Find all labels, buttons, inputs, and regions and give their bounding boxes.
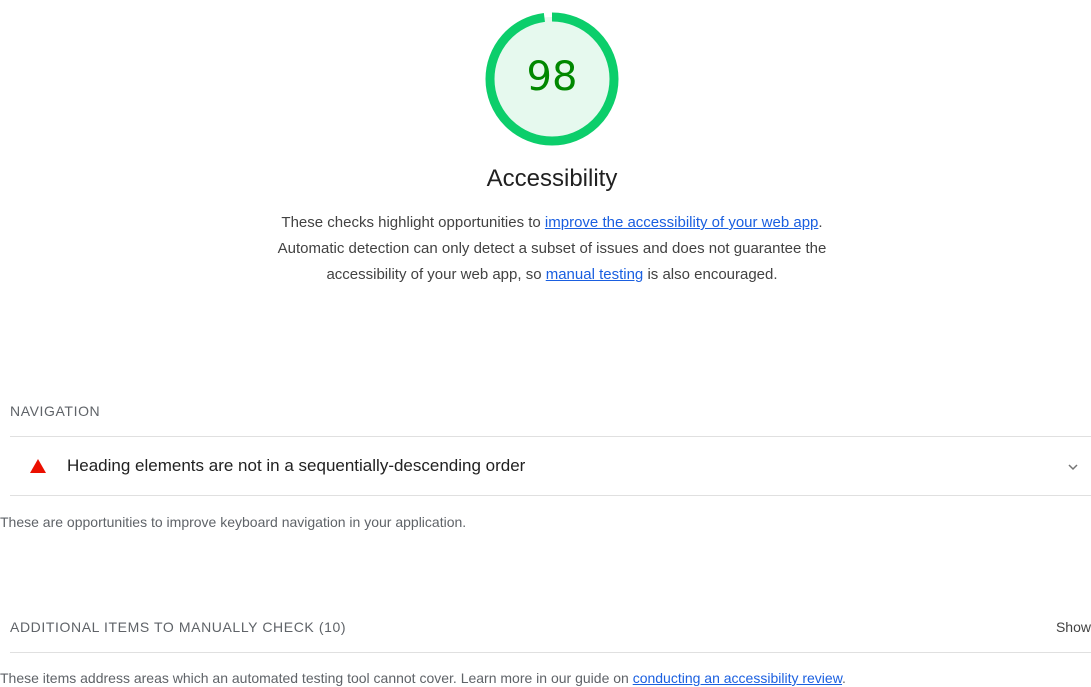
audit-heading-order[interactable]: Heading elements are not in a sequential… <box>10 437 1091 495</box>
manual-check-group-title: ADDITIONAL ITEMS TO MANUALLY CHECK (10) <box>10 619 347 635</box>
audit-title: Heading elements are not in a sequential… <box>67 456 526 475</box>
category-description-text: These checks highlight opportunities to <box>281 214 545 231</box>
navigation-group-title: NAVIGATION <box>10 403 101 419</box>
score-gauge: 98 <box>483 10 621 148</box>
show-toggle-button[interactable]: Show <box>1056 619 1091 635</box>
manual-testing-link[interactable]: manual testing <box>546 266 644 283</box>
divider <box>10 495 1091 496</box>
chevron-down-icon[interactable] <box>1067 461 1079 473</box>
accessibility-review-link[interactable]: conducting an accessibility review <box>633 670 842 686</box>
manual-description-text: These items address areas which an autom… <box>0 670 633 686</box>
category-title: Accessibility <box>486 165 618 192</box>
navigation-group-description: These are opportunities to improve keybo… <box>0 514 467 530</box>
category-description: These checks highlight opportunities to … <box>270 210 834 288</box>
lighthouse-report: 98 Accessibility These checks highlight … <box>0 0 1091 687</box>
score-value: 98 <box>526 54 578 100</box>
manual-check-group-description: These items address areas which an autom… <box>0 670 846 686</box>
divider <box>10 652 1091 653</box>
fail-triangle-icon <box>30 459 46 473</box>
improve-accessibility-link[interactable]: improve the accessibility of your web ap… <box>545 214 818 231</box>
category-description-text: is also encouraged. <box>643 266 778 283</box>
manual-description-end: . <box>842 670 846 686</box>
